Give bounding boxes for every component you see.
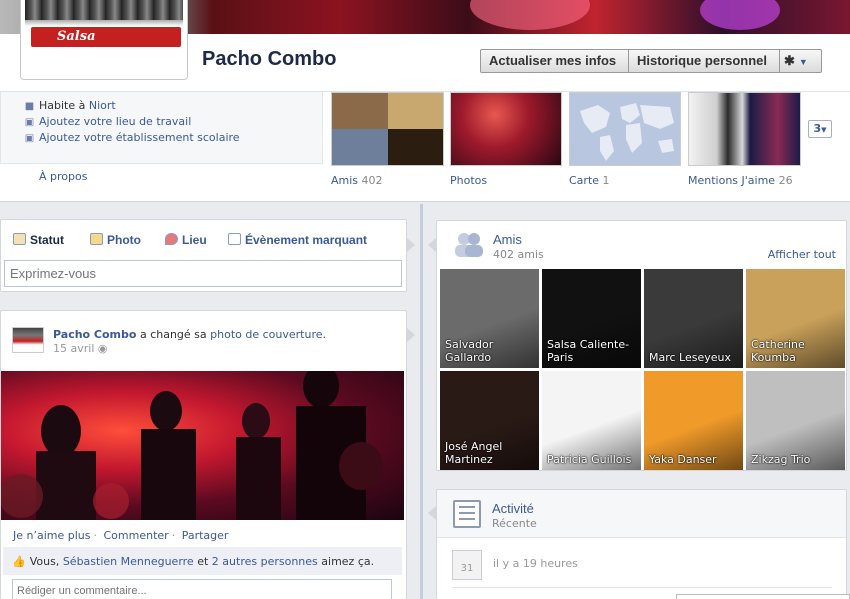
story-header: Pacho Combo a changé sa photo de couvert… (53, 328, 326, 341)
story-author-link[interactable]: Pacho Combo (53, 328, 136, 341)
see-all-friends-link[interactable]: Afficher tout (768, 248, 836, 261)
share-link[interactable]: Partager (182, 529, 229, 542)
city-link[interactable]: Niort (89, 99, 116, 112)
friend-thumb (387, 129, 443, 165)
timeline-pointer (407, 238, 415, 252)
timeline-pointer (428, 506, 436, 520)
profile-picture[interactable]: Salsa (20, 0, 188, 80)
friend-name[interactable]: Marc Leseyeux (649, 351, 741, 364)
divider (452, 587, 832, 588)
avatar-band-photo (25, 0, 183, 20)
friend-thumb (332, 93, 388, 129)
school-icon: ▣ (24, 133, 35, 144)
activity-log-button[interactable]: Historique personnel (628, 49, 780, 73)
friend-name[interactable]: Yaka Danser (649, 453, 741, 466)
friends-title[interactable]: Amis (493, 232, 522, 247)
activity-time[interactable]: il y a 19 heures (493, 557, 578, 570)
friend-thumb (387, 93, 443, 129)
map-icon (580, 103, 674, 161)
add-workplace-link[interactable]: Ajoutez votre lieu de travail (39, 115, 191, 128)
friend-name[interactable]: Patricia Guillois (547, 453, 639, 466)
friend-tile[interactable]: Salvador Gallardo (440, 269, 539, 368)
add-school-link[interactable]: Ajoutez votre établissement scolaire (39, 131, 240, 144)
friend-tile[interactable]: Catherine Koumba (746, 269, 845, 368)
avatar-logo: Salsa (31, 27, 181, 47)
tab-status[interactable]: Statut (13, 233, 64, 247)
chat-bar-edge[interactable] (676, 594, 850, 599)
cover-light (470, 0, 590, 30)
photos-tile-label[interactable]: Photos (450, 174, 487, 187)
comment-input[interactable] (12, 579, 392, 599)
friends-tile[interactable] (331, 92, 444, 166)
story-date[interactable]: 15 avril ◉ (53, 342, 108, 355)
location-pin-icon (165, 233, 178, 245)
update-info-button[interactable]: Actualiser mes infos (480, 49, 629, 73)
friend-tile[interactable]: Salsa Caliente-Paris (542, 269, 641, 368)
friend-name[interactable]: Salsa Caliente-Paris (547, 338, 639, 364)
comment-link[interactable]: Commenter (104, 529, 169, 542)
activity-subtitle: Récente (492, 517, 537, 530)
activity-icon (453, 500, 481, 528)
globe-icon: ◉ (97, 342, 108, 355)
about-link[interactable]: À propos (39, 170, 87, 183)
likes-tile-label[interactable]: Mentions J'aime 26 (688, 174, 793, 187)
status-composer: Statut Photo Lieu Évènement marquant (0, 219, 407, 292)
friends-box: Amis 402 amis Afficher tout Salvador Gal… (436, 220, 847, 471)
friends-tile-label[interactable]: Amis 402 (331, 174, 383, 187)
cover-light (700, 0, 780, 30)
avatar[interactable] (12, 327, 44, 353)
tab-life-event[interactable]: Évènement marquant (228, 233, 367, 247)
photo-icon (90, 233, 103, 245)
cover-photo-link[interactable]: photo de couverture (210, 328, 322, 341)
likes-tile[interactable] (688, 92, 801, 166)
unlike-link[interactable]: Je n’aime plus (13, 529, 91, 542)
timeline-pointer (407, 328, 415, 342)
timeline-line (420, 204, 423, 599)
friends-icon (455, 233, 483, 257)
chevron-down-icon: ▼ (798, 57, 808, 67)
friends-count: 402 amis (493, 248, 544, 261)
book-icon (228, 233, 241, 245)
story-actions: Je n’aime plus · Commenter · Partager (13, 529, 229, 542)
friend-tile[interactable]: Patricia Guillois (542, 371, 641, 470)
activity-header: Activité Récente (437, 490, 846, 538)
settings-dropdown-button[interactable]: ✱ ▼ (779, 49, 822, 73)
photos-tile[interactable] (450, 92, 562, 166)
lives-in: ■ Habite à Niort (24, 99, 116, 112)
chevron-down-icon: ▼ (821, 126, 827, 134)
friend-thumb (332, 129, 388, 165)
liker-link[interactable]: Sébastien Menneguerre (63, 555, 194, 568)
friend-name[interactable]: Zikzag Trio (751, 453, 843, 466)
friend-name[interactable]: Catherine Koumba (751, 338, 843, 364)
workplace-row: ▣ Ajoutez votre lieu de travail (24, 115, 192, 130)
profile-name[interactable]: Pacho Combo (202, 48, 336, 71)
timeline-pointer (428, 238, 436, 252)
gear-icon: ✱ (784, 53, 795, 68)
tab-place[interactable]: Lieu (165, 233, 207, 247)
school-row: ▣ Ajoutez votre établissement scolaire (24, 131, 240, 146)
friend-tile[interactable]: José Angel Martinez (440, 371, 539, 470)
calendar-icon: 31 (452, 550, 482, 580)
cover-photo-image[interactable] (1, 371, 404, 520)
thumbs-up-icon: 👍 (12, 555, 26, 568)
likes-summary: 👍 Vous, Sébastien Menneguerre et 2 autres… (3, 547, 402, 575)
status-icon (13, 233, 26, 245)
band-photo (1, 371, 383, 520)
other-likers-link[interactable]: 2 autres personnes (212, 555, 318, 568)
friend-tile[interactable]: Yaka Danser (644, 371, 743, 470)
feed-story: Pacho Combo a changé sa photo de couvert… (0, 310, 407, 599)
friend-name[interactable]: Salvador Gallardo (445, 338, 537, 364)
home-icon: ■ (24, 101, 35, 112)
map-tile-label[interactable]: Carte 1 (569, 174, 610, 187)
map-tile[interactable] (569, 92, 681, 166)
activity-box: Activité Récente 31 il y a 19 heures (436, 489, 847, 599)
activity-title[interactable]: Activité (492, 501, 534, 516)
status-input[interactable] (4, 260, 402, 287)
friend-tile[interactable]: Marc Leseyeux (644, 269, 743, 368)
friend-name[interactable]: José Angel Martinez (445, 440, 537, 466)
briefcase-icon: ▣ (24, 117, 35, 128)
friend-tile[interactable]: Zikzag Trio (746, 371, 845, 470)
more-tiles-dropdown[interactable]: 3▼ (808, 120, 832, 138)
tab-photo[interactable]: Photo (90, 233, 141, 247)
